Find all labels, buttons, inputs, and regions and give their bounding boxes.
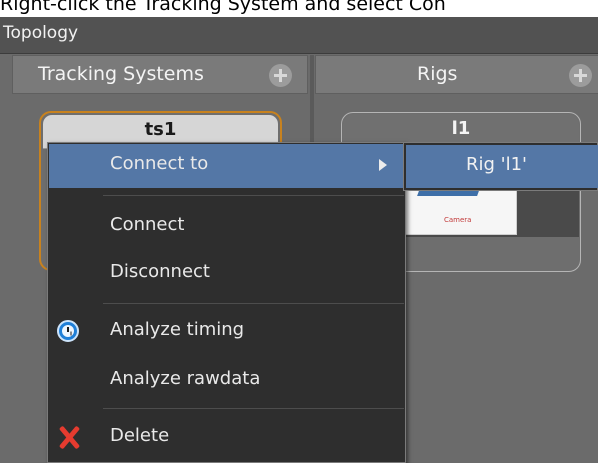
menu-item-connect-to[interactable]: Connect to [49,144,404,188]
menu-item-analyze-timing[interactable]: Analyze timing [49,310,404,354]
rig-node-title: l1 [451,118,471,139]
camera-thumbnail-label: Camera [444,216,472,224]
menu-item-analyze-timing-label: Analyze timing [110,319,245,340]
rigs-header: Rigs [315,55,598,94]
menu-item-disconnect[interactable]: Disconnect [49,252,404,296]
connect-to-submenu: Rig 'l1' [403,142,598,191]
tracking-system-node-title: ts1 [144,119,177,140]
tracking-systems-header: Tracking Systems [12,55,308,94]
clock-icon [57,320,79,342]
submenu-arrow-icon [379,159,387,171]
menu-separator [103,408,404,409]
menu-item-analyze-rawdata[interactable]: Analyze rawdata [49,359,404,403]
camera-thumbnail: Camera [405,190,517,235]
menu-separator [103,303,404,304]
add-rig-icon[interactable] [569,64,592,87]
menu-item-connect-to-label: Connect to [110,153,209,174]
menu-separator [103,195,404,196]
menu-item-disconnect-label: Disconnect [110,261,210,282]
menu-item-delete-label: Delete [110,425,170,446]
menu-item-connect-label: Connect [110,214,185,235]
thumbnail-stripe [417,191,479,196]
submenu-item-rig-l1[interactable]: Rig 'l1' [406,145,598,188]
instruction-text: Right-click the Tracking System and sele… [0,0,446,15]
window-title: Topology [0,17,598,54]
delete-icon [57,424,81,450]
menu-item-delete[interactable]: Delete [49,416,404,460]
submenu-item-rig-l1-label: Rig 'l1' [466,154,528,175]
tracking-systems-label: Tracking Systems [38,63,204,85]
rigs-label: Rigs [417,63,458,85]
menu-item-connect[interactable]: Connect [49,205,404,249]
menu-item-analyze-rawdata-label: Analyze rawdata [110,368,261,389]
context-menu: Connect to Connect Disconnect Analyze ti… [47,142,406,463]
add-tracking-system-icon[interactable] [269,64,292,87]
